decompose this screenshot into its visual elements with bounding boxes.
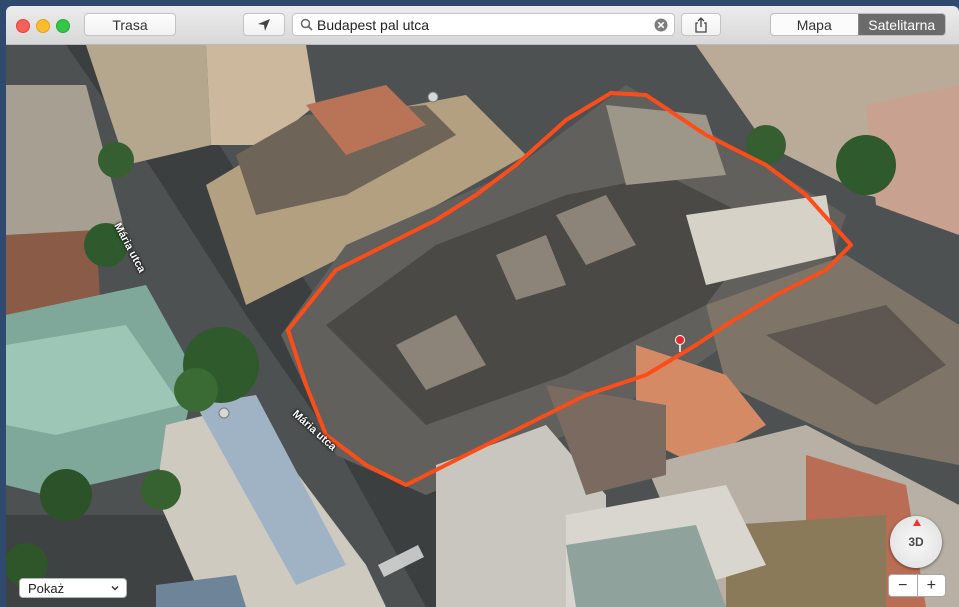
- search-input[interactable]: Budapest pal utca: [317, 17, 429, 33]
- toolbar: Trasa Budapest pal utca Mapa Satelitarna: [6, 6, 959, 45]
- location-arrow-icon: [258, 18, 270, 31]
- show-menu[interactable]: Pokaż: [19, 578, 127, 598]
- maps-window: Trasa Budapest pal utca Mapa Satelitarna…: [6, 6, 959, 607]
- maximize-window-button[interactable]: [56, 19, 70, 33]
- clear-icon[interactable]: [654, 18, 668, 32]
- compass-3d-button[interactable]: 3D: [890, 516, 942, 568]
- map-type-map[interactable]: Mapa: [771, 14, 858, 35]
- share-button[interactable]: [681, 13, 721, 36]
- compass-label: 3D: [908, 535, 924, 549]
- close-window-button[interactable]: [16, 19, 30, 33]
- current-location-button[interactable]: [243, 13, 285, 36]
- route-button-label: Trasa: [112, 16, 148, 33]
- satellite-map[interactable]: Mária utca Mária utca Pokaż 3D − +: [6, 45, 959, 607]
- zoom-controls: − +: [888, 574, 946, 597]
- search-field[interactable]: Budapest pal utca: [292, 13, 675, 36]
- map-type-selector: Mapa Satelitarna: [770, 13, 946, 36]
- share-icon: [695, 16, 707, 33]
- zoom-out-button[interactable]: −: [889, 575, 917, 596]
- satellite-imagery: [6, 45, 959, 607]
- search-icon: [300, 18, 313, 31]
- chevron-down-icon: [111, 585, 119, 591]
- minimize-window-button[interactable]: [36, 19, 50, 33]
- compass-needle-icon: [913, 519, 921, 526]
- map-type-satellite[interactable]: Satelitarna: [857, 14, 945, 35]
- route-button[interactable]: Trasa: [84, 13, 176, 36]
- zoom-in-button[interactable]: +: [916, 575, 946, 596]
- show-menu-label: Pokaż: [28, 580, 65, 596]
